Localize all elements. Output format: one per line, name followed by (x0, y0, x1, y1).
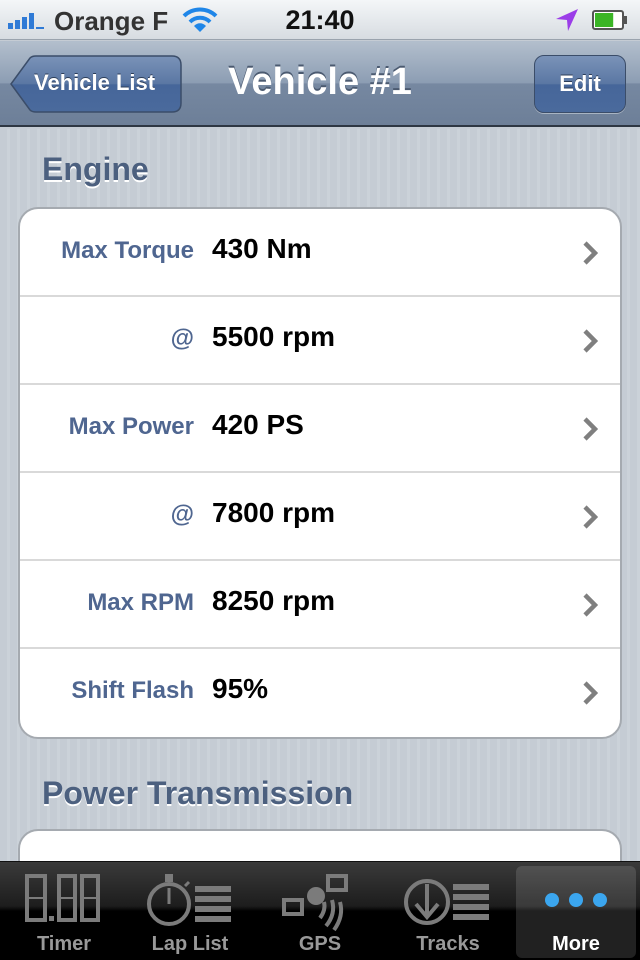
tab-more[interactable]: More (516, 866, 636, 958)
more-dots-icon (545, 893, 607, 907)
row-power-rpm[interactable]: @ 7800 rpm (20, 473, 620, 561)
tab-label: Timer (36, 933, 92, 955)
row-label: Max Torque (61, 237, 194, 264)
tab-label: Lap List (151, 933, 229, 955)
row-max-power[interactable]: Max Power 420 PS (20, 385, 620, 473)
chevron-right-icon (583, 593, 598, 617)
tab-tracks[interactable]: Tracks (388, 866, 508, 958)
tab-label: Tracks (416, 933, 480, 955)
gps-satellite-icon (282, 874, 348, 932)
row-label: Max Power (68, 413, 194, 440)
row-label: @ (170, 501, 194, 528)
row-value: 430 Nm (212, 233, 312, 264)
section-header-power-transmission: Power Transmission (42, 775, 354, 811)
row-value: 95% (212, 673, 269, 704)
row-shift-flash[interactable]: Shift Flash 95% (20, 649, 620, 737)
tab-label: More (552, 933, 600, 955)
edit-button-label: Edit (559, 71, 601, 96)
stopwatch-list-icon (147, 874, 231, 926)
row-value: 420 PS (212, 409, 304, 440)
row-label: Shift Flash (71, 677, 194, 704)
row-max-rpm[interactable]: Max RPM 8250 rpm (20, 561, 620, 649)
engine-group: Max Torque 430 Nm @ 5500 rpm Max Power 4… (18, 207, 622, 739)
row-value: 7800 rpm (212, 497, 335, 528)
row-label: @ (170, 325, 194, 352)
tab-lap-list[interactable]: Lap List (130, 866, 250, 958)
tab-bar: Timer Lap List GPS Tracks More (0, 861, 640, 960)
row-max-torque[interactable]: Max Torque 430 Nm (20, 209, 620, 297)
chevron-right-icon (583, 417, 598, 441)
row-label: Max RPM (87, 589, 194, 616)
edit-button[interactable]: Edit (534, 55, 626, 113)
tab-gps[interactable]: GPS (260, 866, 380, 958)
chevron-right-icon (583, 329, 598, 353)
chevron-right-icon (583, 681, 598, 705)
chevron-right-icon (583, 241, 598, 265)
power-transmission-group (18, 829, 622, 861)
download-list-icon (404, 879, 489, 925)
section-header-engine: Engine (42, 151, 149, 187)
digital-timer-icon (25, 874, 100, 922)
row-value: 5500 rpm (212, 321, 335, 352)
navigation-bar: Vehicle List Vehicle #1 Edit (0, 41, 640, 127)
chevron-right-icon (583, 505, 598, 529)
clock: 21:40 (285, 5, 355, 35)
tab-timer[interactable]: Timer (4, 866, 124, 958)
battery-icon (592, 10, 627, 30)
status-bar: Orange F 21:40 (0, 0, 640, 40)
row-torque-rpm[interactable]: @ 5500 rpm (20, 297, 620, 385)
tab-label: GPS (298, 933, 342, 955)
settings-list[interactable]: Engine Max Torque 430 Nm @ 5500 rpm Max … (0, 129, 640, 861)
row-value: 8250 rpm (212, 585, 335, 616)
location-arrow-icon (556, 9, 578, 31)
